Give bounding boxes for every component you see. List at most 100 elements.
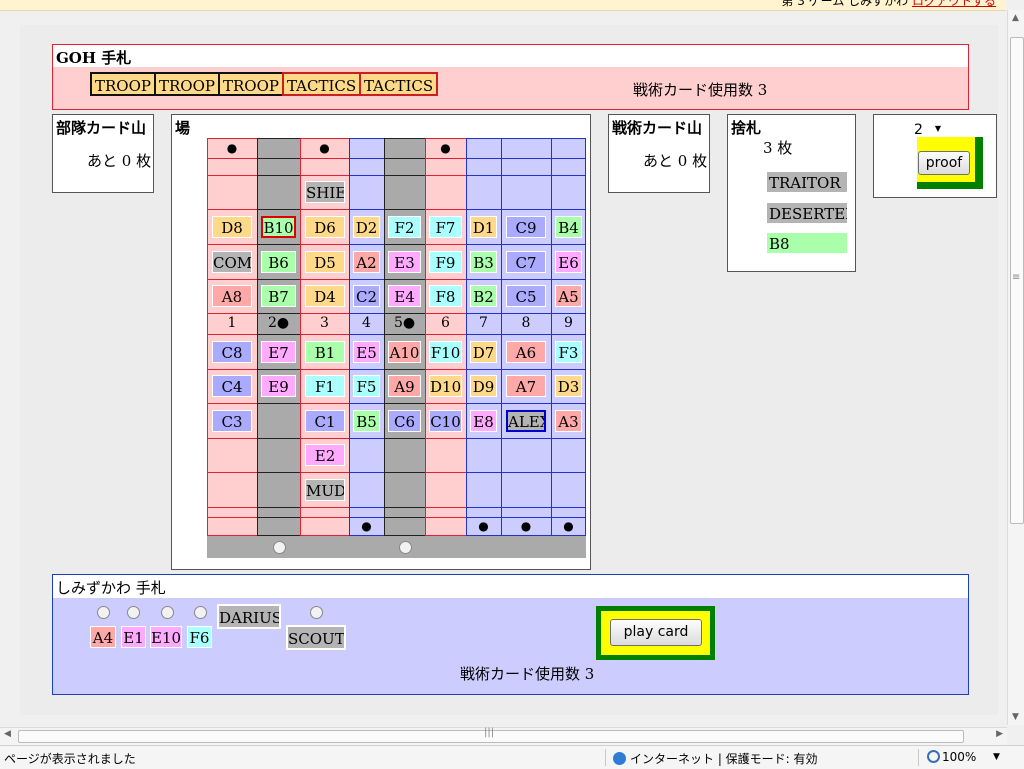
flag-number[interactable]: 8: [501, 313, 551, 334]
opponent-field-card: COM: [212, 251, 252, 273]
grid-line: [300, 535, 349, 536]
hand-card[interactable]: E1: [121, 626, 146, 648]
opponent-field-card: B4: [555, 216, 582, 238]
grid-line: [466, 209, 501, 210]
my-field-card[interactable]: A9: [388, 375, 421, 397]
my-field-card[interactable]: C4: [212, 375, 252, 397]
my-field-card[interactable]: C8: [212, 341, 252, 363]
play-card-button[interactable]: play card: [610, 619, 702, 646]
tactics-deck-title: 戦術カード山: [612, 119, 703, 137]
grid-line: [207, 334, 257, 335]
grid-line: [466, 472, 501, 473]
logout-link[interactable]: ログアウトする: [912, 0, 996, 8]
flag-number[interactable]: 1: [207, 313, 257, 334]
my-field-card[interactable]: E5: [353, 341, 380, 363]
scroll-left-icon[interactable]: ◀: [4, 729, 11, 739]
opponent-field-card: F9: [429, 251, 462, 273]
my-field-card[interactable]: F10: [429, 341, 462, 363]
flag-number[interactable]: 5●: [384, 313, 425, 334]
scroll-down-icon[interactable]: ▼: [1012, 712, 1019, 722]
grid-line: [300, 369, 349, 370]
grid-line: [349, 138, 384, 139]
grid-line: [257, 158, 300, 159]
my-field-card[interactable]: A7: [506, 375, 546, 397]
my-field-card[interactable]: C3: [212, 410, 252, 432]
my-field-card[interactable]: F5: [353, 375, 380, 397]
scroll-right-icon[interactable]: ▶: [996, 729, 1003, 739]
my-hand-title: しみずかわ 手札: [56, 579, 166, 597]
grip-icon: ≡: [1012, 272, 1021, 283]
card-radio[interactable]: [97, 606, 110, 619]
my-field-card[interactable]: F1: [305, 375, 345, 397]
zoom-control[interactable]: 100%: [927, 750, 976, 764]
grid-line: [300, 517, 349, 518]
flag-claim-radio[interactable]: [399, 541, 412, 554]
flag-number[interactable]: 2●: [257, 313, 300, 334]
flag-number[interactable]: 6: [425, 313, 466, 334]
status-bar: ページが表示されました インターネット | 保護モード: 有効 100% ▼: [0, 745, 1024, 769]
my-field-card[interactable]: A3: [555, 410, 582, 432]
my-field-card[interactable]: C1: [305, 410, 345, 432]
my-field-card[interactable]: D3: [555, 375, 582, 397]
my-field-card[interactable]: F3: [555, 341, 582, 363]
proof-button[interactable]: proof: [918, 151, 970, 175]
grid-line: [384, 507, 425, 508]
tactics-card[interactable]: DARIUS: [217, 604, 281, 629]
hand-card[interactable]: F6: [187, 626, 212, 648]
my-field-card[interactable]: D7: [470, 341, 497, 363]
flag-claim-radio[interactable]: [273, 541, 286, 554]
card-radio[interactable]: [161, 606, 174, 619]
my-field-card[interactable]: D10: [429, 375, 462, 397]
grid-line: [425, 279, 466, 280]
grid-line: [551, 138, 552, 536]
my-field-card[interactable]: C10: [429, 410, 462, 432]
field-title: 場: [175, 119, 191, 137]
vertical-scrollbar[interactable]: ▲ ≡ ▼: [1007, 10, 1024, 725]
opponent-field-card: C2: [353, 285, 380, 307]
grid-line: [257, 369, 300, 370]
opponent-field-card: B2: [470, 285, 497, 307]
card-radio[interactable]: [310, 606, 323, 619]
flag-marker: ●: [361, 519, 372, 533]
my-field-card[interactable]: MUD: [305, 479, 345, 501]
grid-line: [501, 138, 551, 139]
flag-number[interactable]: 9: [551, 313, 586, 334]
my-field-card[interactable]: E8: [470, 410, 497, 432]
opponent-field-card-highlighted: B10: [261, 216, 296, 238]
top-bar: 第 3 ゲーム しみずかわ ログアウトする: [0, 0, 1006, 11]
my-field-card[interactable]: A6: [506, 341, 546, 363]
my-field-card[interactable]: E2: [305, 444, 345, 466]
grid-line: [349, 472, 384, 473]
grid-line: [425, 438, 466, 439]
horizontal-scrollbar[interactable]: ◀ ||| ▶: [0, 727, 1007, 745]
grid-line: [466, 507, 501, 508]
tactics-card[interactable]: SCOUT: [286, 625, 346, 650]
security-zone[interactable]: インターネット | 保護モード: 有効: [613, 750, 818, 767]
hand-card[interactable]: A4: [90, 626, 116, 648]
card-radio[interactable]: [127, 606, 140, 619]
my-field-card[interactable]: B5: [353, 410, 380, 432]
flag-number[interactable]: 3: [300, 313, 349, 334]
scroll-up-icon[interactable]: ▲: [1012, 13, 1019, 23]
my-field-card[interactable]: B1: [305, 341, 345, 363]
my-field-card[interactable]: A10: [388, 341, 421, 363]
my-field-card[interactable]: D9: [470, 375, 497, 397]
zoom-dropdown-icon[interactable]: ▼: [993, 752, 1000, 762]
my-hand-panel: しみずかわ 手札 A4 E1 E10 F6 DARIUS SCOUT play …: [52, 574, 969, 695]
field-panel: 場 ● ● ● SHIELD D8 B10 D6 D2 F2 F7 D1 C9 B4 COM B6 D5 A2 E…: [171, 114, 591, 570]
grid-line: [384, 279, 425, 280]
hand-card[interactable]: E10: [150, 626, 182, 648]
card-radio[interactable]: [194, 606, 207, 619]
my-field-card[interactable]: E7: [261, 341, 296, 363]
flag-number[interactable]: 7: [466, 313, 501, 334]
grid-line: [300, 438, 349, 439]
my-field-card[interactable]: E9: [261, 375, 296, 397]
grid-line: [349, 403, 384, 404]
grid-line: [384, 369, 425, 370]
flag-number[interactable]: 4: [349, 313, 384, 334]
opponent-field-card: SHIELD: [305, 181, 345, 203]
grid-line: [466, 438, 501, 439]
opponent-hand-titlebar: [53, 45, 968, 67]
my-field-card[interactable]: C6: [388, 410, 421, 432]
my-field-card-highlighted[interactable]: ALEX: [506, 410, 546, 432]
